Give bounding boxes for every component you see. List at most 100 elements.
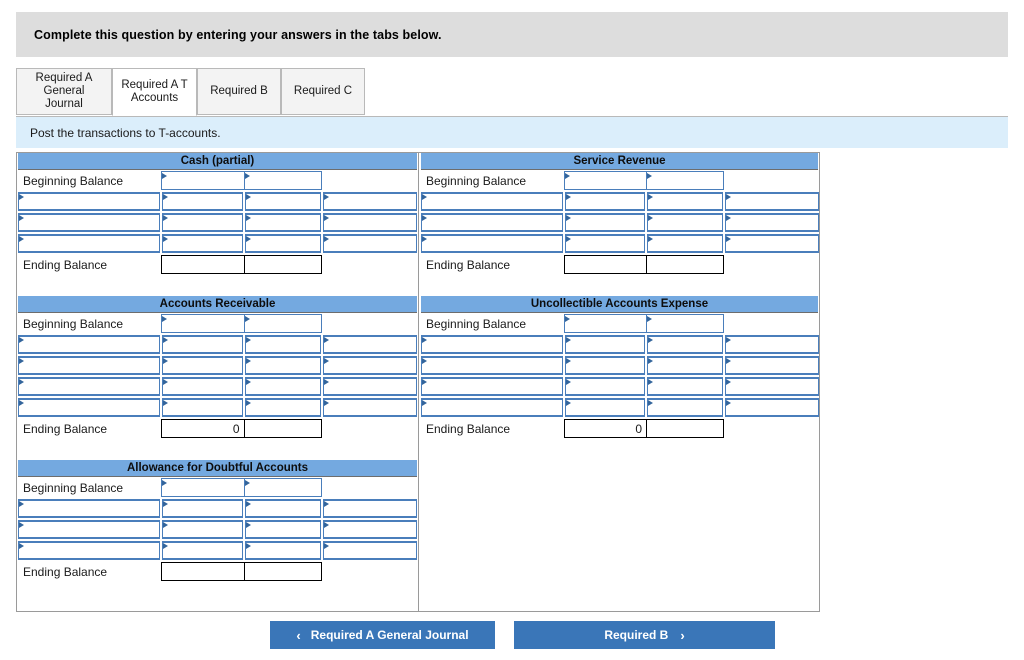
cash-ending-credit-value <box>243 255 322 274</box>
ar-entry-1-credit-input[interactable] <box>244 335 321 354</box>
sr-entry-3-label-input[interactable] <box>421 234 563 253</box>
table-row: Ending Balance <box>420 254 819 275</box>
cash-entry-2-debit-input[interactable] <box>162 213 243 232</box>
cash-entry-2-extra-input[interactable] <box>322 213 417 232</box>
previous-required-a-general-journal-button[interactable]: ‹ Required A General Journal <box>270 621 495 649</box>
ar-entry-1-label-input[interactable] <box>18 335 161 354</box>
sr-entry-3-credit-input[interactable] <box>647 234 723 253</box>
table-row: Ending Balance 0 <box>420 418 819 439</box>
ar-ending-balance-label: Ending Balance <box>23 421 108 436</box>
cash-entry-3-debit-input[interactable] <box>162 234 243 253</box>
cash-entry-2-credit-input[interactable] <box>244 213 321 232</box>
sr-entry-2-label-input[interactable] <box>421 213 563 232</box>
table-row <box>420 212 819 233</box>
uae-entry-4-credit-input[interactable] <box>647 398 723 417</box>
ada-entry-1-debit-input[interactable] <box>162 499 243 518</box>
ar-beginning-credit-input[interactable] <box>243 314 322 333</box>
uae-entry-2-extra-input[interactable] <box>725 356 819 375</box>
next-required-b-button[interactable]: Required B › <box>514 621 775 649</box>
uae-ending-balance-label: Ending Balance <box>426 421 511 436</box>
ada-beginning-debit-input[interactable] <box>161 478 244 497</box>
ar-entry-3-credit-input[interactable] <box>244 377 321 396</box>
uae-entry-3-credit-input[interactable] <box>647 377 723 396</box>
sr-beginning-debit-input[interactable] <box>564 171 646 190</box>
table-row: Beginning Balance <box>17 170 418 191</box>
ar-entry-2-debit-input[interactable] <box>162 356 243 375</box>
cash-entry-3-credit-input[interactable] <box>244 234 321 253</box>
uae-entry-2-credit-input[interactable] <box>647 356 723 375</box>
cash-beginning-credit-input[interactable] <box>243 171 322 190</box>
ada-entry-3-label-input[interactable] <box>18 541 161 560</box>
tab-required-b[interactable]: Required B <box>197 68 281 115</box>
sr-entry-3-debit-input[interactable] <box>565 234 645 253</box>
cash-entry-3-label-input[interactable] <box>18 234 161 253</box>
uae-entry-2-debit-input[interactable] <box>565 356 645 375</box>
sr-entry-2-credit-input[interactable] <box>647 213 723 232</box>
ada-entry-3-debit-input[interactable] <box>162 541 243 560</box>
ar-entry-4-debit-input[interactable] <box>162 398 243 417</box>
uae-ending-debit-value: 0 <box>564 419 646 438</box>
ada-entry-3-credit-input[interactable] <box>244 541 321 560</box>
ar-entry-3-debit-input[interactable] <box>162 377 243 396</box>
t-account-accounts-receivable-title: Accounts Receivable <box>18 296 417 313</box>
cash-entry-3-extra-input[interactable] <box>322 234 417 253</box>
tab-required-a-general-journal[interactable]: Required A General Journal <box>16 68 112 115</box>
uae-entry-1-credit-input[interactable] <box>647 335 723 354</box>
ar-entry-3-label-input[interactable] <box>18 377 161 396</box>
t-accounts-left-column: Cash (partial) Beginning Balance Ending … <box>17 153 419 611</box>
uae-entry-4-debit-input[interactable] <box>565 398 645 417</box>
ar-entry-4-label-input[interactable] <box>18 398 161 417</box>
sr-entry-2-debit-input[interactable] <box>565 213 645 232</box>
ar-entry-1-debit-input[interactable] <box>162 335 243 354</box>
cash-entry-1-extra-input[interactable] <box>322 192 417 211</box>
ar-entry-4-credit-input[interactable] <box>244 398 321 417</box>
uae-entry-2-label-input[interactable] <box>421 356 563 375</box>
ar-entry-3-extra-input[interactable] <box>322 377 417 396</box>
ada-entry-3-extra-input[interactable] <box>322 541 417 560</box>
sr-entry-1-extra-input[interactable] <box>725 192 819 211</box>
uae-beginning-credit-input[interactable] <box>646 314 724 333</box>
cash-entry-1-credit-input[interactable] <box>244 192 321 211</box>
ada-entry-2-debit-input[interactable] <box>162 520 243 539</box>
ada-entry-2-label-input[interactable] <box>18 520 161 539</box>
sr-entry-1-label-input[interactable] <box>421 192 563 211</box>
uae-beginning-debit-input[interactable] <box>564 314 646 333</box>
ar-entry-2-extra-input[interactable] <box>322 356 417 375</box>
sr-entry-2-extra-input[interactable] <box>725 213 819 232</box>
uae-entry-3-extra-input[interactable] <box>725 377 819 396</box>
sr-entry-3-extra-input[interactable] <box>725 234 819 253</box>
ada-entry-2-credit-input[interactable] <box>244 520 321 539</box>
t-account-allowance-doubtful-accounts-title: Allowance for Doubtful Accounts <box>18 460 417 477</box>
ar-ending-debit-value: 0 <box>161 419 244 438</box>
sr-entry-1-credit-input[interactable] <box>647 192 723 211</box>
ar-entry-2-label-input[interactable] <box>18 356 161 375</box>
instruction-text: Post the transactions to T-accounts. <box>30 125 221 140</box>
uae-entry-4-extra-input[interactable] <box>725 398 819 417</box>
tab-required-c[interactable]: Required C <box>281 68 365 115</box>
ar-beginning-debit-input[interactable] <box>161 314 244 333</box>
uae-entry-1-extra-input[interactable] <box>725 335 819 354</box>
uae-entry-4-label-input[interactable] <box>421 398 563 417</box>
ada-beginning-balance-label: Beginning Balance <box>23 480 124 495</box>
uae-entry-1-label-input[interactable] <box>421 335 563 354</box>
ada-beginning-credit-input[interactable] <box>243 478 322 497</box>
cash-beginning-debit-input[interactable] <box>161 171 244 190</box>
ada-entry-2-extra-input[interactable] <box>322 520 417 539</box>
uae-beginning-balance-label: Beginning Balance <box>426 316 527 331</box>
uae-entry-1-debit-input[interactable] <box>565 335 645 354</box>
cash-entry-1-debit-input[interactable] <box>162 192 243 211</box>
cash-entry-2-label-input[interactable] <box>18 213 161 232</box>
ar-entry-1-extra-input[interactable] <box>322 335 417 354</box>
ada-entry-1-credit-input[interactable] <box>244 499 321 518</box>
uae-entry-3-debit-input[interactable] <box>565 377 645 396</box>
ar-entry-4-extra-input[interactable] <box>322 398 417 417</box>
sr-beginning-credit-input[interactable] <box>646 171 724 190</box>
t-account-uncollectible-accounts-expense-grid: Beginning Balance Ending Balance 0 <box>420 313 819 439</box>
ada-entry-1-extra-input[interactable] <box>322 499 417 518</box>
ada-entry-1-label-input[interactable] <box>18 499 161 518</box>
ar-entry-2-credit-input[interactable] <box>244 356 321 375</box>
tab-required-a-t-accounts[interactable]: Required A T Accounts <box>112 68 197 116</box>
uae-entry-3-label-input[interactable] <box>421 377 563 396</box>
cash-entry-1-label-input[interactable] <box>18 192 161 211</box>
sr-entry-1-debit-input[interactable] <box>565 192 645 211</box>
